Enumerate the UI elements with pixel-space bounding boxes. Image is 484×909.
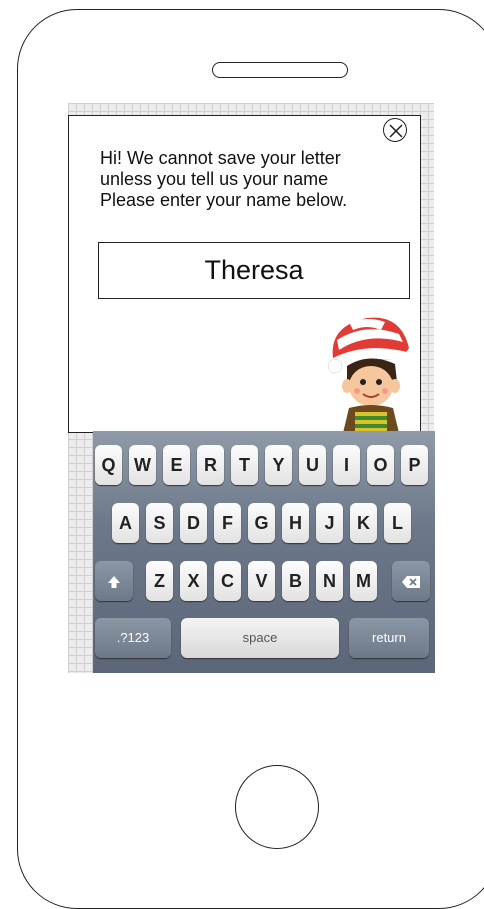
key-g[interactable]: G bbox=[248, 503, 275, 543]
close-button[interactable] bbox=[383, 118, 407, 142]
key-l[interactable]: L bbox=[384, 503, 411, 543]
key-j[interactable]: J bbox=[316, 503, 343, 543]
key-h[interactable]: H bbox=[282, 503, 309, 543]
keyboard-row-1: Q W E R T Y U I O P bbox=[93, 445, 435, 489]
backspace-key[interactable] bbox=[392, 561, 430, 601]
key-b[interactable]: B bbox=[282, 561, 309, 601]
key-m[interactable]: M bbox=[350, 561, 377, 601]
home-button[interactable] bbox=[235, 765, 319, 849]
key-q[interactable]: Q bbox=[95, 445, 122, 485]
key-t[interactable]: T bbox=[231, 445, 258, 485]
key-s[interactable]: S bbox=[146, 503, 173, 543]
key-i[interactable]: I bbox=[333, 445, 360, 485]
numbers-key[interactable]: .?123 bbox=[95, 618, 171, 658]
keyboard-row-4: .?123 space return bbox=[93, 618, 435, 662]
onscreen-keyboard: Q W E R T Y U I O P A S D F G H J K L Z … bbox=[93, 431, 435, 673]
key-c[interactable]: C bbox=[214, 561, 241, 601]
key-y[interactable]: Y bbox=[265, 445, 292, 485]
keyboard-row-2: A S D F G H J K L bbox=[93, 503, 435, 547]
dialog-message: Hi! We cannot save your letter unless yo… bbox=[100, 148, 410, 211]
close-icon bbox=[389, 124, 403, 138]
key-u[interactable]: U bbox=[299, 445, 326, 485]
key-x[interactable]: X bbox=[180, 561, 207, 601]
phone-speaker bbox=[212, 62, 348, 78]
elf-illustration bbox=[327, 317, 409, 433]
key-f[interactable]: F bbox=[214, 503, 241, 543]
key-p[interactable]: P bbox=[401, 445, 428, 485]
key-o[interactable]: O bbox=[367, 445, 394, 485]
shift-icon bbox=[108, 575, 120, 588]
key-z[interactable]: Z bbox=[146, 561, 173, 601]
name-required-dialog: Hi! We cannot save your letter unless yo… bbox=[68, 115, 421, 433]
return-key[interactable]: return bbox=[349, 618, 429, 658]
key-d[interactable]: D bbox=[180, 503, 207, 543]
key-e[interactable]: E bbox=[163, 445, 190, 485]
shift-key[interactable] bbox=[95, 561, 133, 601]
key-a[interactable]: A bbox=[112, 503, 139, 543]
keyboard-row-3: Z X C V B N M bbox=[93, 561, 435, 605]
space-key[interactable]: space bbox=[181, 618, 339, 658]
key-n[interactable]: N bbox=[316, 561, 343, 601]
key-r[interactable]: R bbox=[197, 445, 224, 485]
name-input[interactable]: Theresa bbox=[98, 242, 410, 299]
message-line: Hi! We cannot save your letter bbox=[100, 148, 341, 168]
message-line: Please enter your name below. bbox=[100, 190, 348, 210]
key-k[interactable]: K bbox=[350, 503, 377, 543]
message-line: unless you tell us your name bbox=[100, 169, 329, 189]
key-v[interactable]: V bbox=[248, 561, 275, 601]
key-w[interactable]: W bbox=[129, 445, 156, 485]
backspace-icon bbox=[402, 575, 420, 588]
